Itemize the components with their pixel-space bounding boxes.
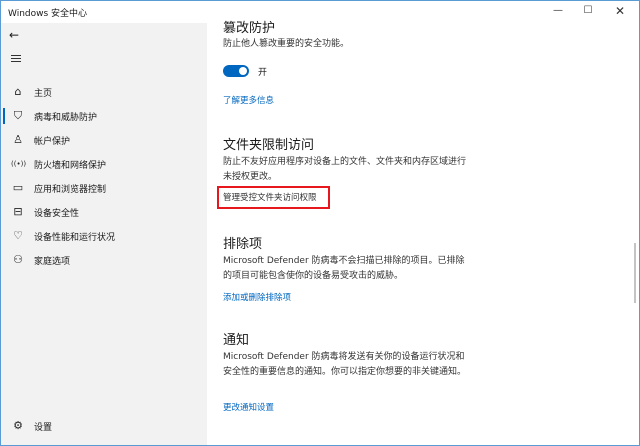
family-icon: ⚇: [13, 253, 23, 266]
home-icon: ⌂: [14, 85, 22, 98]
sidebar-item-label: 主页: [34, 89, 53, 99]
sidebar-item-label: 防火墙和网络保护: [34, 161, 107, 171]
toggle-knob: [239, 67, 247, 75]
maximize-button[interactable]: ☐: [573, 1, 603, 23]
sidebar-item-home[interactable]: ⌂ 主页: [1, 81, 207, 103]
minimize-button[interactable]: —: [543, 1, 573, 23]
sidebar-item-virus-protection[interactable]: ⛉ 病毒和威胁防护: [1, 105, 207, 127]
sidebar-item-label: 设备性能和运行状况: [34, 233, 116, 243]
window-title: Windows 安全中心: [8, 9, 88, 19]
toggle-state-label: 开: [258, 68, 268, 78]
tamper-protection-title: 篡改防护: [223, 21, 276, 36]
back-arrow-icon[interactable]: ←: [9, 27, 29, 43]
sidebar-item-label: 设备安全性: [34, 209, 80, 219]
sidebar-item-label: 家庭选项: [34, 257, 71, 267]
sidebar-item-account-protection[interactable]: ♙ 帐户保护: [1, 129, 207, 151]
sidebar: ← ⌂ 主页 ⛉ 病毒和威胁防护 ♙ 帐户保护 ((•)) 防火墙和网络保护 ▭…: [1, 23, 207, 445]
sidebar-item-label: 应用和浏览器控制: [34, 185, 107, 195]
app-window-icon: ▭: [12, 181, 24, 194]
close-button[interactable]: ✕: [605, 1, 635, 23]
sidebar-item-label: 设置: [34, 423, 53, 433]
notifications-title: 通知: [223, 333, 250, 348]
hamburger-menu-icon[interactable]: [9, 53, 25, 65]
wifi-icon: ((•)): [11, 160, 27, 168]
sidebar-item-device-performance[interactable]: ♡ 设备性能和运行状况: [1, 225, 207, 247]
main-content: 篡改防护 防止他人篡改重要的安全功能。 开 了解更多信息 文件夹限制访问 防止不…: [207, 21, 639, 445]
scrollbar[interactable]: [634, 243, 636, 303]
sidebar-item-label: 病毒和威胁防护: [34, 113, 98, 123]
add-remove-exclusions-link[interactable]: 添加或删除排除项: [223, 291, 291, 303]
sidebar-item-app-browser-control[interactable]: ▭ 应用和浏览器控制: [1, 177, 207, 199]
folder-access-description: 防止不友好应用程序对设备上的文件、文件夹和内存区域进行未授权更改。: [223, 157, 467, 182]
sidebar-item-device-security[interactable]: ⊟ 设备安全性: [1, 201, 207, 223]
change-notification-settings-link[interactable]: 更改通知设置: [223, 401, 274, 413]
gear-icon: ⚙: [13, 419, 23, 432]
notifications-description: Microsoft Defender 防病毒将发送有关你的设备运行状况和安全性的…: [223, 352, 467, 377]
tamper-protection-description: 防止他人篡改重要的安全功能。: [223, 39, 350, 49]
learn-more-link[interactable]: 了解更多信息: [223, 94, 274, 106]
exclusions-description: Microsoft Defender 防病毒不会扫描已排除的项目。已排除的项目可…: [223, 256, 465, 281]
heart-icon: ♡: [13, 229, 23, 242]
tamper-protection-toggle[interactable]: [223, 65, 249, 77]
folder-access-title: 文件夹限制访问: [223, 138, 315, 153]
manage-folder-access-link[interactable]: 管理受控文件夹访问权限: [223, 191, 317, 203]
laptop-icon: ⊟: [13, 205, 23, 218]
shield-icon: ⛉: [13, 109, 23, 122]
app-window: Windows 安全中心 — ☐ ✕ ← ⌂ 主页 ⛉ 病毒和威胁防护 ♙ 帐户…: [0, 0, 640, 446]
sidebar-item-family-options[interactable]: ⚇ 家庭选项: [1, 249, 207, 271]
exclusions-title: 排除项: [223, 237, 263, 252]
person-icon: ♙: [13, 133, 23, 146]
sidebar-item-firewall[interactable]: ((•)) 防火墙和网络保护: [1, 153, 207, 175]
sidebar-item-settings[interactable]: ⚙ 设置: [1, 415, 207, 437]
title-bar[interactable]: Windows 安全中心 — ☐ ✕: [1, 1, 639, 23]
sidebar-item-label: 帐户保护: [34, 137, 71, 147]
